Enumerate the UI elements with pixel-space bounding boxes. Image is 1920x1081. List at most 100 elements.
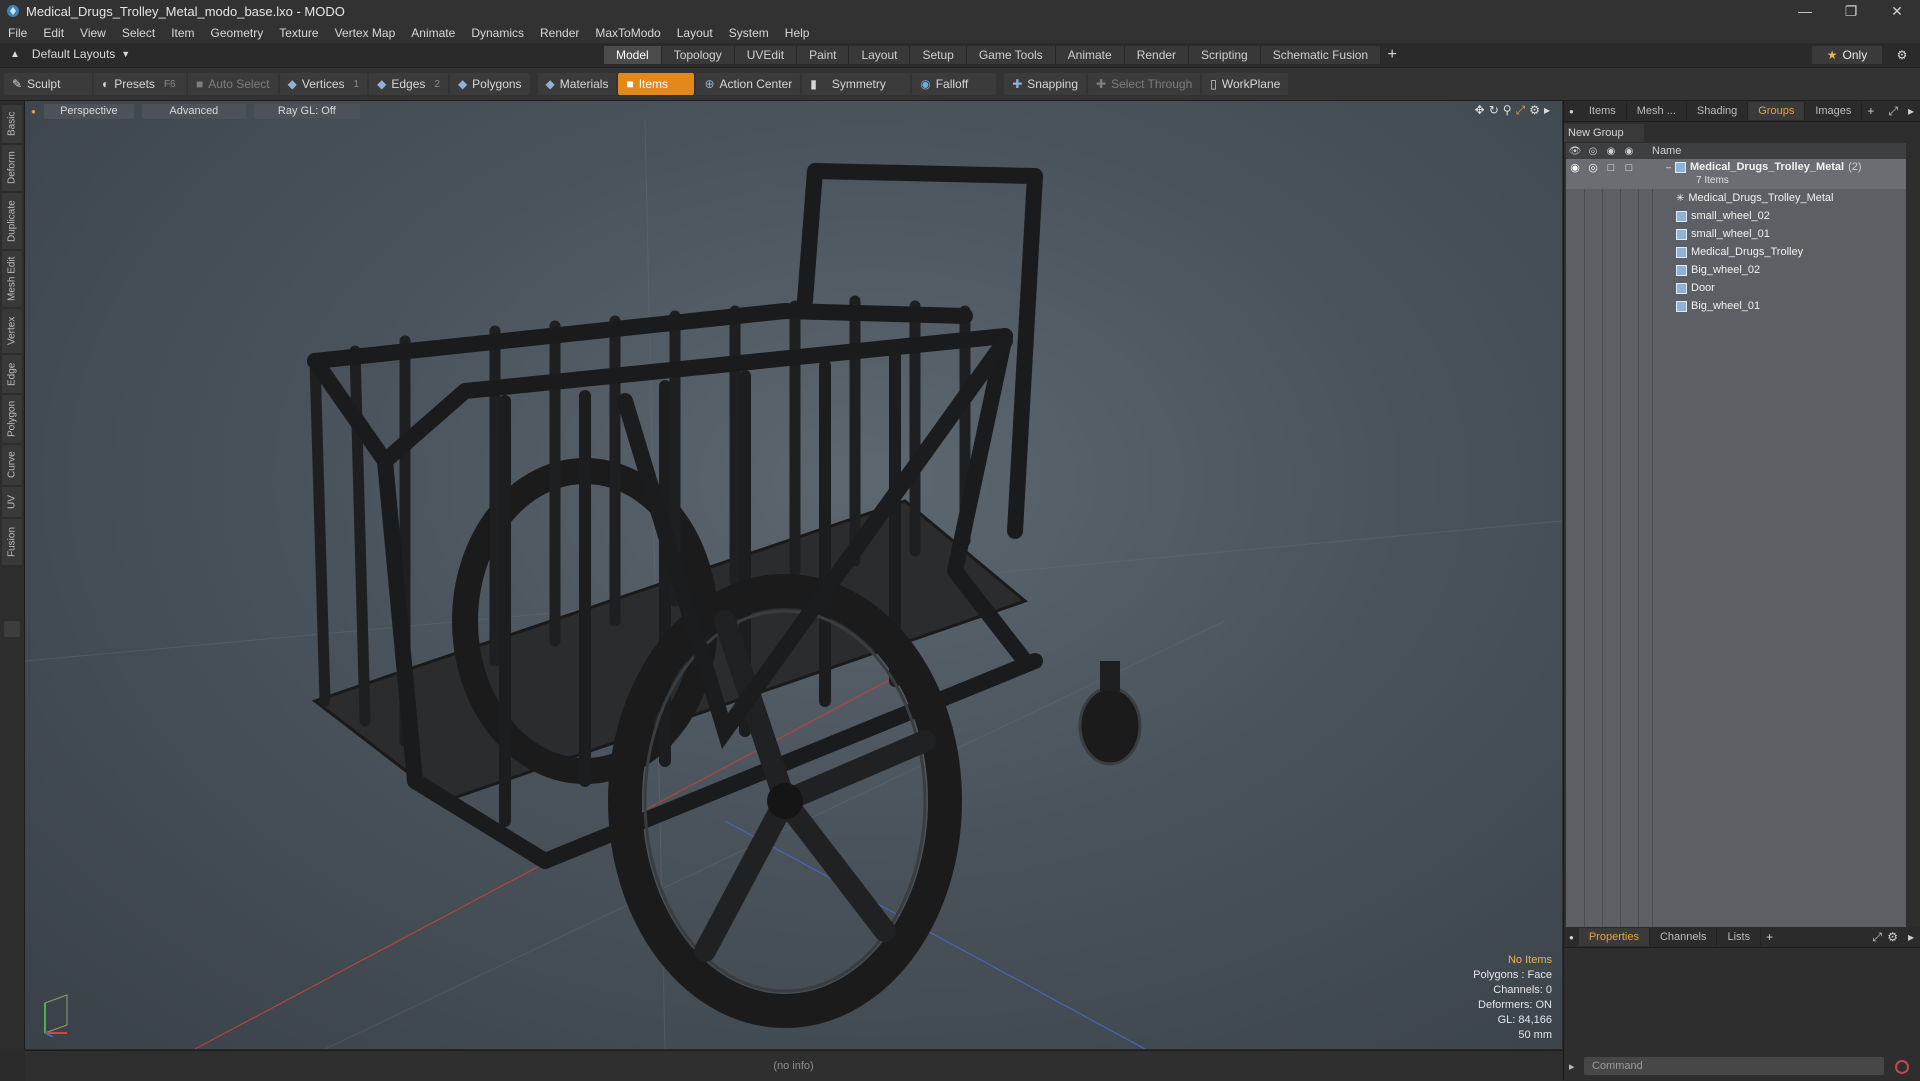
menu-layout[interactable]: Layout	[669, 26, 721, 40]
lock-col-icon[interactable]: ◉	[1602, 146, 1620, 157]
list-item[interactable]: Big_wheel_01	[1566, 297, 1906, 315]
tab-properties[interactable]: Properties	[1578, 928, 1650, 946]
panel-menu-icon[interactable]: ●	[1564, 107, 1579, 116]
menu-item[interactable]: Item	[163, 26, 202, 40]
sculpt-button[interactable]: ✎ Sculpt	[4, 73, 92, 95]
items-button[interactable]: ■ Items	[618, 73, 695, 95]
mesh-icon	[1676, 300, 1687, 312]
panel-arrow-icon[interactable]: ▸	[1903, 930, 1919, 944]
3d-viewport[interactable]: ● Perspective Advanced Ray GL: Off ✥ ↻ ⚲…	[25, 101, 1562, 1049]
vtab-polygon[interactable]: Polygon	[2, 395, 22, 443]
vtab-uv[interactable]: UV	[2, 487, 22, 517]
tab-lists[interactable]: Lists	[1717, 928, 1762, 946]
select-through-button[interactable]: ✚ Select Through	[1088, 73, 1201, 95]
vtab-vertex[interactable]: Vertex	[2, 309, 22, 353]
only-toggle[interactable]: ★ Only	[1812, 46, 1882, 64]
properties-settings-icon[interactable]: ⚙	[1882, 930, 1903, 944]
menu-maxtomodo[interactable]: MaxToModo	[587, 26, 668, 40]
falloff-label: Falloff	[935, 77, 969, 91]
menu-animate[interactable]: Animate	[403, 26, 463, 40]
list-item[interactable]: small_wheel_02	[1566, 207, 1906, 225]
snapping-button[interactable]: ✚ Snapping	[1004, 73, 1087, 95]
restore-icon[interactable]: ❐	[1828, 0, 1874, 22]
select-toggle[interactable]: □	[1620, 161, 1638, 174]
left-tool-tabs: Basic Deform Duplicate Mesh Edit Vertex …	[0, 101, 25, 1049]
expand-panel-icon[interactable]: ⤢	[1883, 104, 1903, 119]
vtab-deform[interactable]: Deform	[2, 145, 22, 191]
panel-toggle-icon[interactable]	[4, 621, 20, 637]
polygons-button[interactable]: ◆ Polygons	[449, 73, 530, 95]
vtab-basic[interactable]: Basic	[2, 105, 22, 143]
menu-select[interactable]: Select	[114, 26, 163, 40]
action-center-button[interactable]: ⊕ Action Center	[696, 73, 801, 95]
minimize-icon[interactable]: —	[1782, 0, 1828, 22]
new-group-button[interactable]: New Group	[1564, 124, 1644, 142]
visibility-col-icon[interactable]: 👁	[1566, 146, 1584, 157]
tab-paint[interactable]: Paint	[797, 46, 850, 64]
select-col-icon[interactable]: ◉	[1620, 146, 1638, 157]
tab-images[interactable]: Images	[1805, 102, 1863, 120]
tab-groups[interactable]: Groups	[1748, 102, 1806, 120]
add-tab-icon[interactable]: +	[1862, 104, 1879, 118]
command-input[interactable]: Command	[1584, 1057, 1884, 1075]
materials-button[interactable]: ◆ Materials	[537, 73, 617, 95]
menu-dynamics[interactable]: Dynamics	[463, 26, 532, 40]
auto-select-button[interactable]: ■ Auto Select	[188, 73, 278, 95]
workplane-button[interactable]: ▯ WorkPlane	[1202, 73, 1289, 95]
tab-schematic-fusion[interactable]: Schematic Fusion	[1260, 46, 1382, 64]
group-row[interactable]: ◉ ◎ □ □ – Medical_Drugs_Trolley_Metal (2…	[1566, 159, 1906, 189]
tab-items[interactable]: Items	[1579, 102, 1627, 120]
tab-render[interactable]: Render	[1124, 46, 1190, 64]
eye-icon[interactable]: ◉	[1566, 161, 1584, 174]
list-item[interactable]: Medical_Drugs_Trolley	[1566, 243, 1906, 261]
tab-uvedit[interactable]: UVEdit	[734, 46, 798, 64]
expand-icon[interactable]: –	[1666, 162, 1671, 172]
tab-scripting[interactable]: Scripting	[1189, 46, 1261, 64]
menu-render[interactable]: Render	[532, 26, 587, 40]
close-icon[interactable]: ✕	[1874, 0, 1920, 22]
name-column-header: Name	[1652, 145, 1682, 157]
edges-button[interactable]: ◆ Edges 2	[369, 73, 448, 95]
menu-edit[interactable]: Edit	[35, 26, 72, 40]
presets-icon: ◐	[102, 77, 110, 91]
properties-menu-icon[interactable]: ●	[1564, 933, 1579, 942]
list-item[interactable]: Big_wheel_02	[1566, 261, 1906, 279]
vtab-edge[interactable]: Edge	[2, 355, 22, 393]
list-item[interactable]: Door	[1566, 279, 1906, 297]
symmetry-button[interactable]: ▮ Symmetry	[802, 73, 911, 95]
default-layouts-dropdown[interactable]: ▲ Default Layouts ▼	[10, 47, 130, 61]
menu-vertex-map[interactable]: Vertex Map	[327, 26, 404, 40]
menu-help[interactable]: Help	[777, 26, 818, 40]
panel-arrow-icon[interactable]: ▸	[1903, 104, 1919, 118]
vertices-button[interactable]: ◆ Vertices 1	[279, 73, 368, 95]
tab-animate[interactable]: Animate	[1055, 46, 1125, 64]
menu-file[interactable]: File	[0, 26, 35, 40]
menu-texture[interactable]: Texture	[271, 26, 326, 40]
tab-game-tools[interactable]: Game Tools	[966, 46, 1056, 64]
add-tab-icon[interactable]: +	[1381, 46, 1403, 64]
falloff-button[interactable]: ◉ Falloff	[912, 73, 997, 95]
lock-toggle[interactable]: □	[1602, 161, 1620, 174]
vtab-mesh-edit[interactable]: Mesh Edit	[2, 251, 22, 307]
vtab-fusion[interactable]: Fusion	[2, 519, 22, 565]
tab-shading[interactable]: Shading	[1687, 102, 1749, 120]
list-item[interactable]: small_wheel_01	[1566, 225, 1906, 243]
menu-system[interactable]: System	[721, 26, 777, 40]
tab-layout[interactable]: Layout	[849, 46, 911, 64]
presets-button[interactable]: ◐ Presets F6	[94, 73, 186, 95]
render-col-icon[interactable]: ◎	[1584, 146, 1602, 157]
list-item[interactable]: ✳ Medical_Drugs_Trolley_Metal	[1566, 189, 1906, 207]
tab-model[interactable]: Model	[604, 46, 662, 64]
vtab-curve[interactable]: Curve	[2, 445, 22, 485]
menu-view[interactable]: View	[72, 26, 114, 40]
gear-icon[interactable]: ⚙	[1892, 46, 1912, 64]
tab-channels[interactable]: Channels	[1650, 928, 1718, 946]
tab-setup[interactable]: Setup	[910, 46, 967, 64]
stop-icon[interactable]	[1895, 1060, 1909, 1074]
vtab-duplicate[interactable]: Duplicate	[2, 193, 22, 249]
tab-topology[interactable]: Topology	[661, 46, 735, 64]
add-tab-icon[interactable]: +	[1761, 930, 1778, 944]
tab-mesh[interactable]: Mesh ...	[1627, 102, 1687, 120]
render-icon[interactable]: ◎	[1584, 161, 1602, 174]
menu-geometry[interactable]: Geometry	[203, 26, 272, 40]
